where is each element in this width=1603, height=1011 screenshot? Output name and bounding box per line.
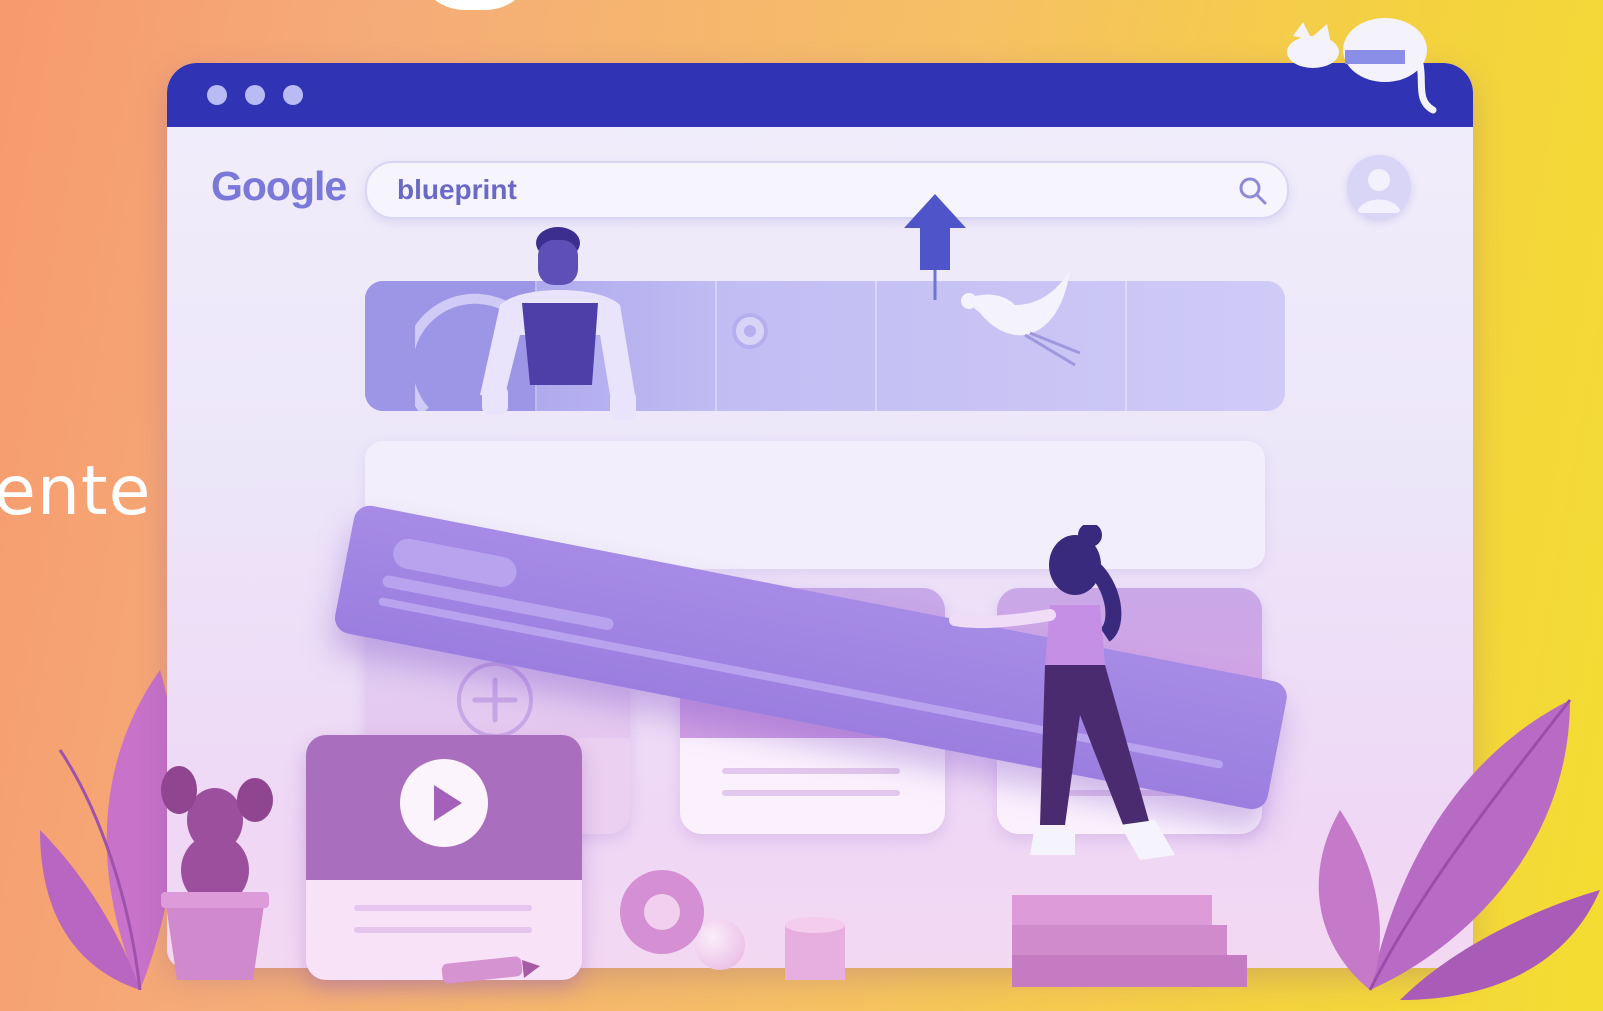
play-icon[interactable] (398, 757, 490, 849)
cylinder-decoration (785, 917, 845, 980)
bird-illustration (961, 270, 1081, 367)
pencil-decoration (441, 956, 540, 984)
right-leaves-illustration (1318, 699, 1600, 1000)
window-titlebar (167, 63, 1473, 127)
window-dot-close[interactable] (207, 85, 227, 105)
search-input[interactable]: blueprint (397, 174, 517, 206)
search-bar[interactable]: blueprint (365, 161, 1289, 219)
headline-edge-text: ente (0, 452, 152, 531)
video-card[interactable] (306, 735, 582, 980)
user-avatar-icon[interactable] (1347, 155, 1411, 219)
cat-illustration (1287, 18, 1437, 114)
google-logo[interactable]: Google (211, 163, 347, 210)
window-dot-maximize[interactable] (283, 85, 303, 105)
headline-fragment (415, 0, 535, 10)
ball-decoration (695, 920, 745, 970)
window-dot-minimize[interactable] (245, 85, 265, 105)
man-figure-illustration (480, 227, 636, 420)
add-icon[interactable] (453, 658, 537, 742)
cactus-pot-illustration (161, 766, 273, 980)
steps-pedestal (1012, 895, 1247, 987)
search-icon[interactable] (1237, 175, 1269, 207)
woman-figure-illustration (949, 525, 1175, 860)
